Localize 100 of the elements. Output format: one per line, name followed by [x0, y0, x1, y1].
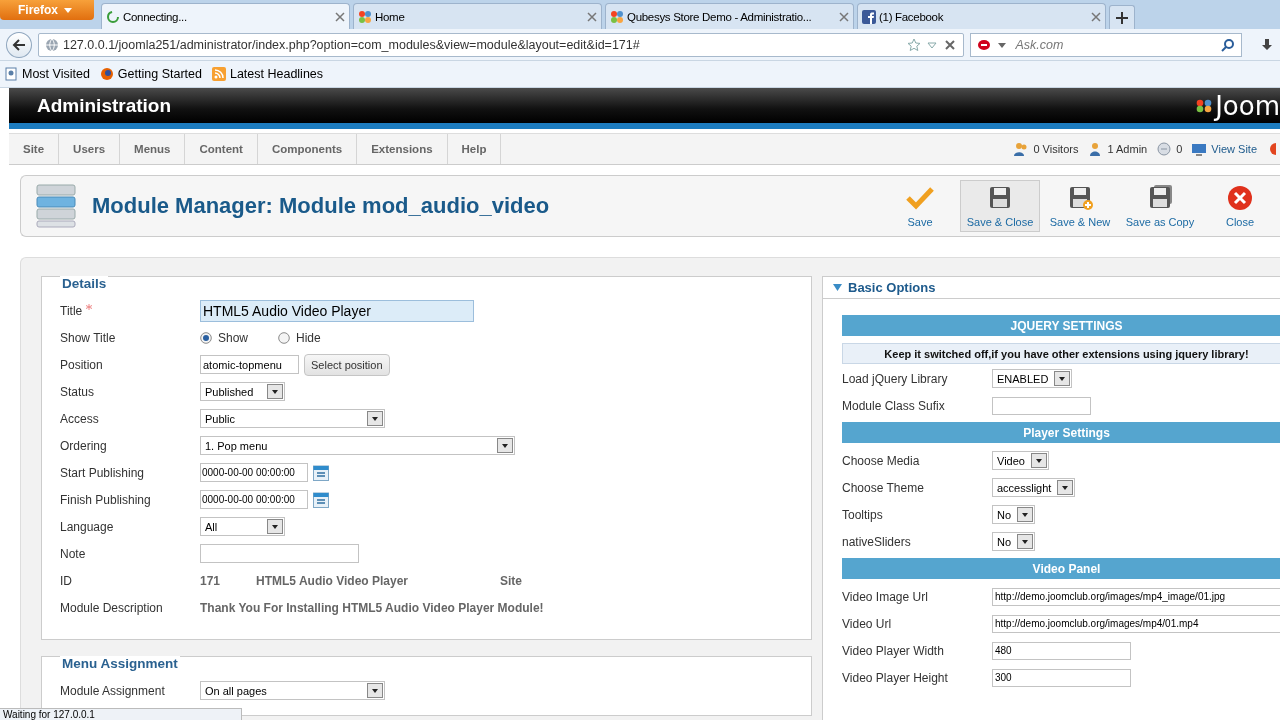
select-field[interactable]: Published	[200, 382, 285, 401]
toolbar-button[interactable]: Save as Copy	[1120, 180, 1200, 232]
menu-item[interactable]: Site	[9, 134, 60, 164]
bookmark-page-icon	[4, 67, 18, 81]
section-header: JQUERY SETTINGS	[842, 315, 1280, 336]
input-field[interactable]: http://demo.joomclub.org/images/mp4/01.mp4	[992, 614, 1280, 633]
radio-selected-icon	[200, 331, 212, 344]
status-text: 0	[1176, 143, 1183, 155]
field-label: Note	[60, 546, 87, 561]
toolbar-button[interactable]: Save & Close	[960, 180, 1040, 232]
toolbar-button[interactable]: Save & New	[1040, 180, 1120, 232]
bookmark-item[interactable]: Getting Started	[99, 67, 202, 81]
address-bar[interactable]: 127.0.0.1/joomla251/administrator/index.php?option=com_modules&view=module&layout=edit&id=171#	[37, 32, 965, 57]
menu-item[interactable]: Menus	[120, 134, 186, 164]
select-field[interactable]: No	[992, 532, 1036, 551]
radio-option[interactable]: Hide	[278, 330, 321, 345]
select-field[interactable]: No	[992, 505, 1036, 524]
joomla-logo-icon	[1196, 98, 1213, 113]
radio-icon	[278, 331, 291, 344]
bookmark-item[interactable]: Most Visited	[4, 67, 90, 81]
field-label: Tooltips	[842, 507, 884, 522]
view-site-link[interactable]: View Site	[1211, 143, 1257, 155]
logo-text: Joom	[1215, 92, 1280, 119]
close-icon[interactable]	[335, 11, 345, 22]
module-stack-icon	[35, 183, 77, 229]
input-field[interactable]: 300	[992, 668, 1131, 687]
new-tab-plus-icon[interactable]	[1115, 10, 1129, 25]
field-label: nativeSliders	[842, 534, 912, 549]
info-value: HTML5 Audio Video Player	[256, 573, 410, 588]
field-label: Choose Theme	[842, 480, 925, 495]
close-icon	[1225, 184, 1255, 212]
spinner-icon	[106, 9, 120, 24]
joomla-icon	[358, 9, 372, 24]
menu-item[interactable]: Content	[185, 134, 258, 164]
field-label: Access	[60, 411, 100, 426]
bookmark-item[interactable]: Latest Headlines	[211, 67, 324, 81]
field-label: Video Player Width	[842, 643, 945, 658]
browser-tab[interactable]: Home	[353, 3, 602, 29]
input-field[interactable]: HTML5 Audio Video Player	[200, 299, 474, 322]
field-label: Start Publishing	[60, 465, 146, 480]
status-bar-text: Waiting for 127.0.0.1	[0, 708, 242, 720]
select-field[interactable]: On all pages	[200, 681, 385, 700]
calendar-icon[interactable]	[313, 491, 329, 508]
menu-item[interactable]: Help	[447, 134, 502, 164]
field-label: Video Url	[842, 616, 893, 631]
field-label: Status	[60, 384, 96, 399]
section-header: Video Panel	[842, 558, 1280, 579]
close-icon[interactable]	[1091, 11, 1101, 22]
field-label: Finish Publishing	[60, 492, 152, 507]
field-label: Video Image Url	[842, 589, 929, 604]
select-position-button[interactable]: Select position	[304, 353, 390, 376]
firefox-icon	[99, 67, 114, 81]
input-field[interactable]: http://demo.joomclub.org/images/mp4_image/01.jpg	[992, 587, 1280, 606]
field-label: Position	[60, 357, 104, 372]
field-label: Load jQuery Library	[842, 371, 949, 386]
info-value: Site	[500, 573, 523, 588]
input-field[interactable]	[992, 396, 1091, 415]
radio-option[interactable]: Show	[200, 330, 249, 345]
select-field[interactable]: ENABLED	[992, 369, 1073, 388]
search-bar[interactable]: Ask.com	[970, 32, 1242, 57]
menu-item[interactable]: Users	[59, 134, 121, 164]
download-icon[interactable]	[1260, 37, 1274, 52]
status-text: 0 Visitors	[1033, 143, 1079, 155]
basic-options-toggle[interactable]: Basic Options	[823, 277, 1280, 299]
select-field[interactable]: All	[200, 517, 285, 536]
expanded-triangle-icon	[833, 284, 842, 291]
browser-tab[interactable]: Qubesys Store Demo - Administratio...	[605, 3, 854, 29]
browser-tab[interactable]: Connecting...	[101, 3, 350, 29]
joomla-icon	[610, 9, 624, 24]
info-value: 171	[200, 573, 222, 588]
menu-item[interactable]: Components	[257, 134, 358, 164]
monitor-icon	[1191, 142, 1208, 156]
search-icon[interactable]	[1221, 37, 1235, 52]
notice-bar: Keep it switched off,if you have other extensions using jquery library!	[842, 343, 1280, 364]
input-field[interactable]: 480	[992, 641, 1131, 660]
toolbar-button[interactable]: Close	[1200, 180, 1280, 232]
required-mark-icon	[85, 303, 92, 310]
fieldset-legend: Details	[60, 276, 109, 291]
select-field[interactable]: Video	[992, 451, 1049, 470]
input-field[interactable]: atomic-topmenu	[200, 355, 299, 374]
field-label: Language	[60, 519, 115, 534]
close-icon[interactable]	[587, 11, 597, 22]
input-field[interactable]	[200, 544, 359, 563]
back-arrow-icon[interactable]	[11, 37, 26, 52]
feed-icon	[211, 67, 226, 81]
star-icon[interactable]	[907, 37, 922, 52]
select-field[interactable]: Public	[200, 409, 385, 428]
input-field[interactable]: 0000-00-00 00:00:00	[200, 463, 308, 482]
menu-item[interactable]: Extensions	[357, 134, 448, 164]
browser-tab[interactable]: (1) Facebook	[857, 3, 1106, 29]
input-field[interactable]: 0000-00-00 00:00:00	[200, 490, 308, 509]
globe-icon	[44, 37, 59, 52]
calendar-icon[interactable]	[313, 464, 329, 481]
stop-icon[interactable]	[943, 37, 958, 52]
select-field[interactable]: 1. Pop menu	[200, 436, 515, 455]
field-label: Title	[60, 303, 200, 318]
select-field[interactable]: accesslight	[992, 478, 1076, 497]
messages-icon	[1156, 142, 1173, 156]
toolbar-button[interactable]: Save	[880, 180, 960, 232]
close-icon[interactable]	[839, 11, 849, 22]
